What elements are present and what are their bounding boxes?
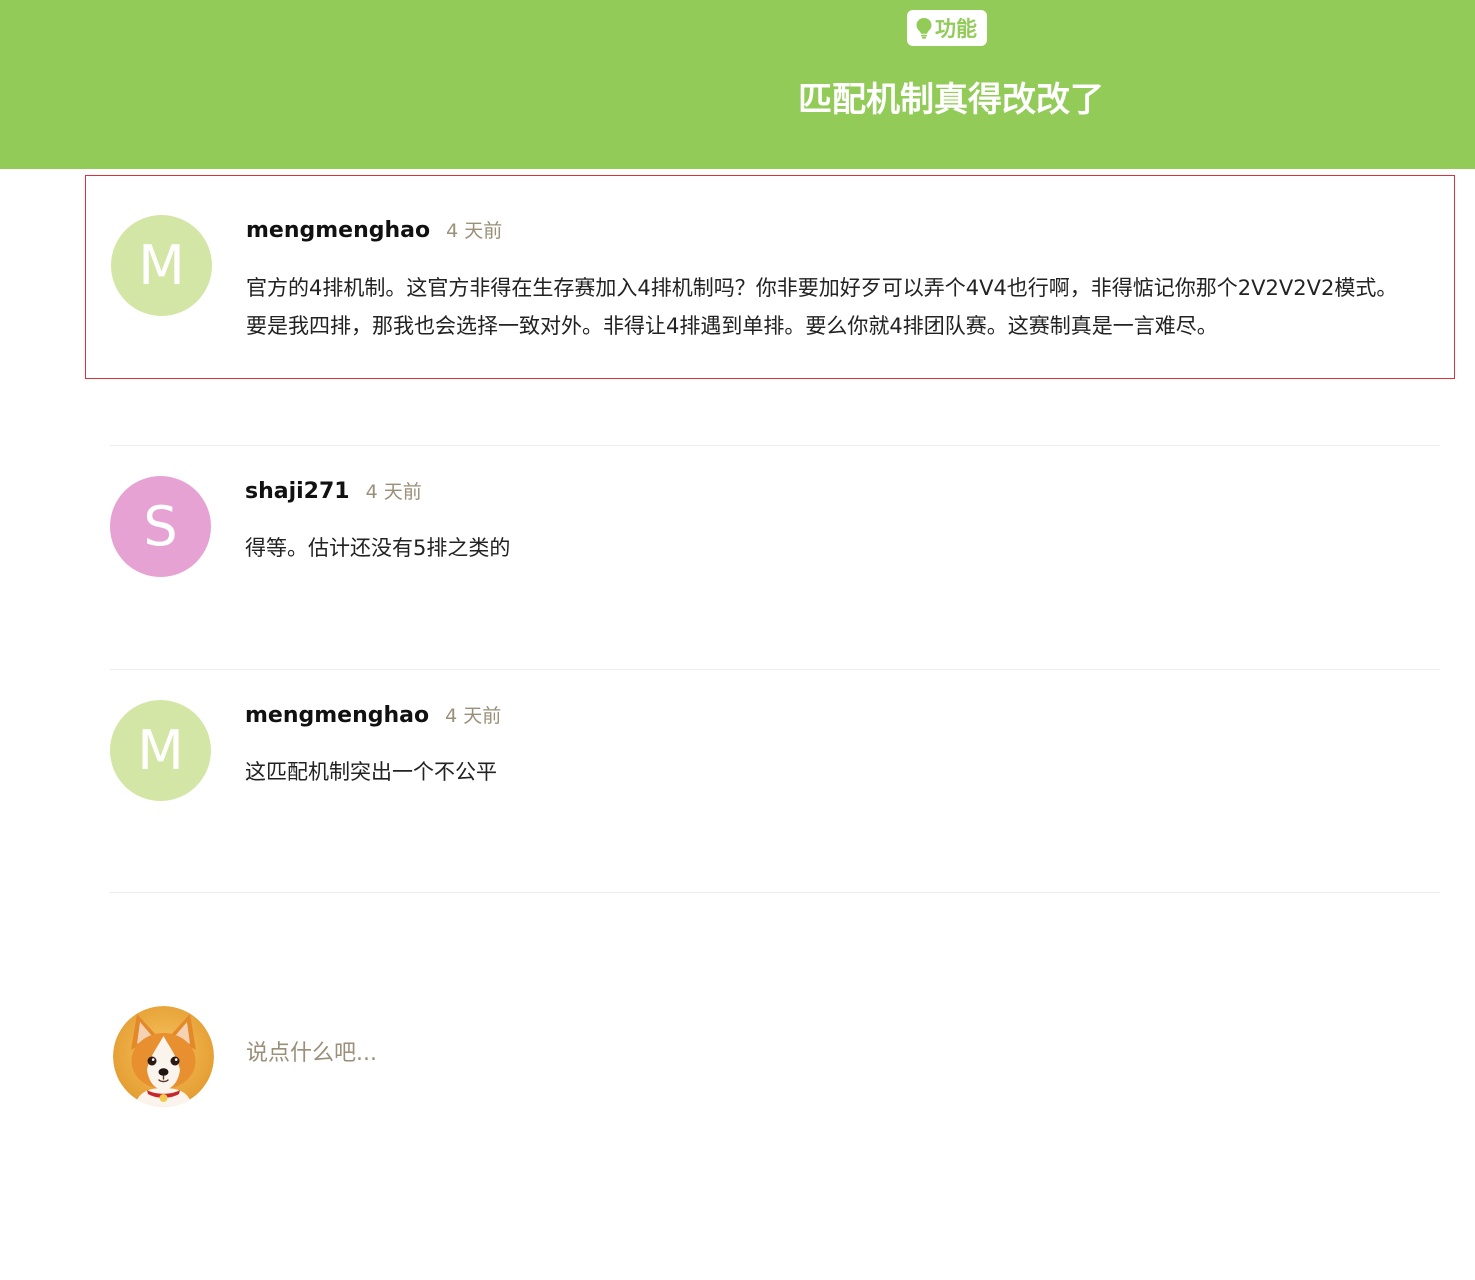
comment-time: 4 天前: [445, 705, 502, 727]
comment-item: M mengmenghao 4 天前 官方的4排机制。这官方非得在生存赛加入4排…: [85, 175, 1455, 379]
comment-username[interactable]: shaji271: [245, 479, 350, 504]
comment-meta: mengmenghao 4 天前: [245, 701, 501, 728]
comment-text: 这匹配机制突出一个不公平: [245, 760, 497, 784]
comment-username[interactable]: mengmenghao: [246, 218, 430, 243]
comment-input[interactable]: [246, 1030, 1396, 1076]
comment-time: 4 天前: [446, 220, 503, 242]
comment-meta: shaji271 4 天前: [245, 477, 422, 504]
corgi-avatar-icon: [113, 1006, 214, 1107]
page-title: 匹配机制真得改改了: [798, 80, 1104, 120]
avatar[interactable]: S: [110, 476, 211, 577]
comment-meta: mengmenghao 4 天前: [246, 216, 502, 243]
comment-text: 官方的4排机制。这官方非得在生存赛加入4排机制吗？你非要加好歹可以弄个4V4也行…: [246, 276, 1398, 338]
avatar-letter: M: [137, 719, 184, 782]
comment-time: 4 天前: [365, 481, 422, 503]
comment-username[interactable]: mengmenghao: [245, 703, 429, 728]
avatar[interactable]: M: [110, 700, 211, 801]
topic-header: 功能 匹配机制真得改改了: [0, 0, 1475, 169]
category-tag[interactable]: 功能: [907, 10, 987, 46]
divider: [110, 892, 1440, 893]
lightbulb-icon: [916, 18, 932, 39]
avatar-letter: M: [138, 234, 185, 297]
avatar-letter: S: [143, 495, 178, 558]
category-tag-label: 功能: [935, 17, 977, 41]
comment-item: S shaji271 4 天前 得等。估计还没有5排之类的: [85, 436, 1455, 636]
comment-item: M mengmenghao 4 天前 这匹配机制突出一个不公平: [85, 660, 1455, 860]
comment-text: 得等。估计还没有5排之类的: [245, 536, 511, 560]
avatar[interactable]: M: [111, 215, 212, 316]
